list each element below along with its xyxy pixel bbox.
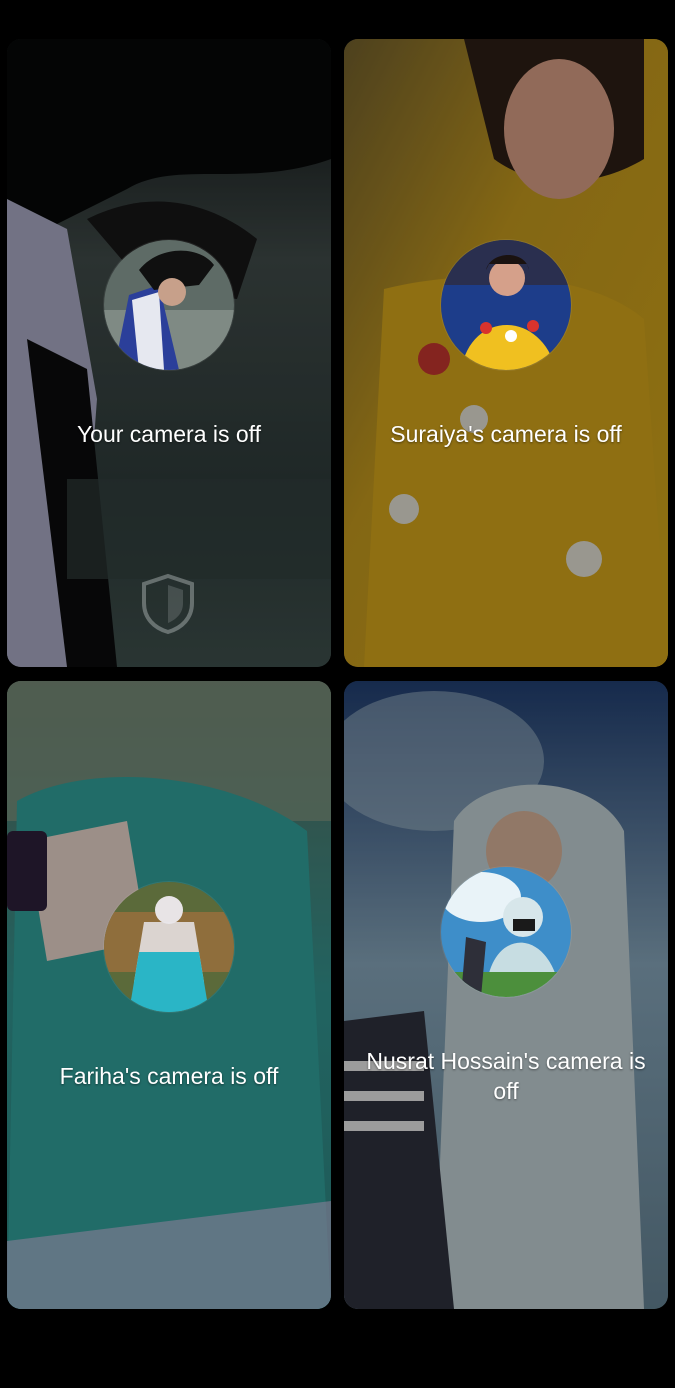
participant-tile-nusrat-hossain[interactable]: Nusrat Hossain's camera is off xyxy=(344,681,668,1309)
avatar xyxy=(441,240,571,370)
participant-tile-suraiya[interactable]: Suraiya's camera is off xyxy=(344,39,668,667)
participant-tile-self[interactable]: Your camera is off xyxy=(7,39,331,667)
camera-off-label: Your camera is off xyxy=(76,421,262,447)
avatar xyxy=(104,882,234,1012)
avatar xyxy=(104,240,234,370)
participant-tile-fariha[interactable]: Fariha's camera is off xyxy=(7,681,331,1309)
camera-off-label: Fariha's camera is off xyxy=(59,1063,279,1089)
avatar xyxy=(441,867,571,997)
participant-grid: Your camera is off Suraiya's camera is o… xyxy=(7,39,668,1309)
video-call-screen: Your camera is off Suraiya's camera is o… xyxy=(0,0,675,1388)
camera-off-label: Suraiya's camera is off xyxy=(390,421,622,447)
camera-off-label: Nusrat Hossain's camera is off xyxy=(366,1048,646,1104)
shield-icon xyxy=(142,573,194,635)
